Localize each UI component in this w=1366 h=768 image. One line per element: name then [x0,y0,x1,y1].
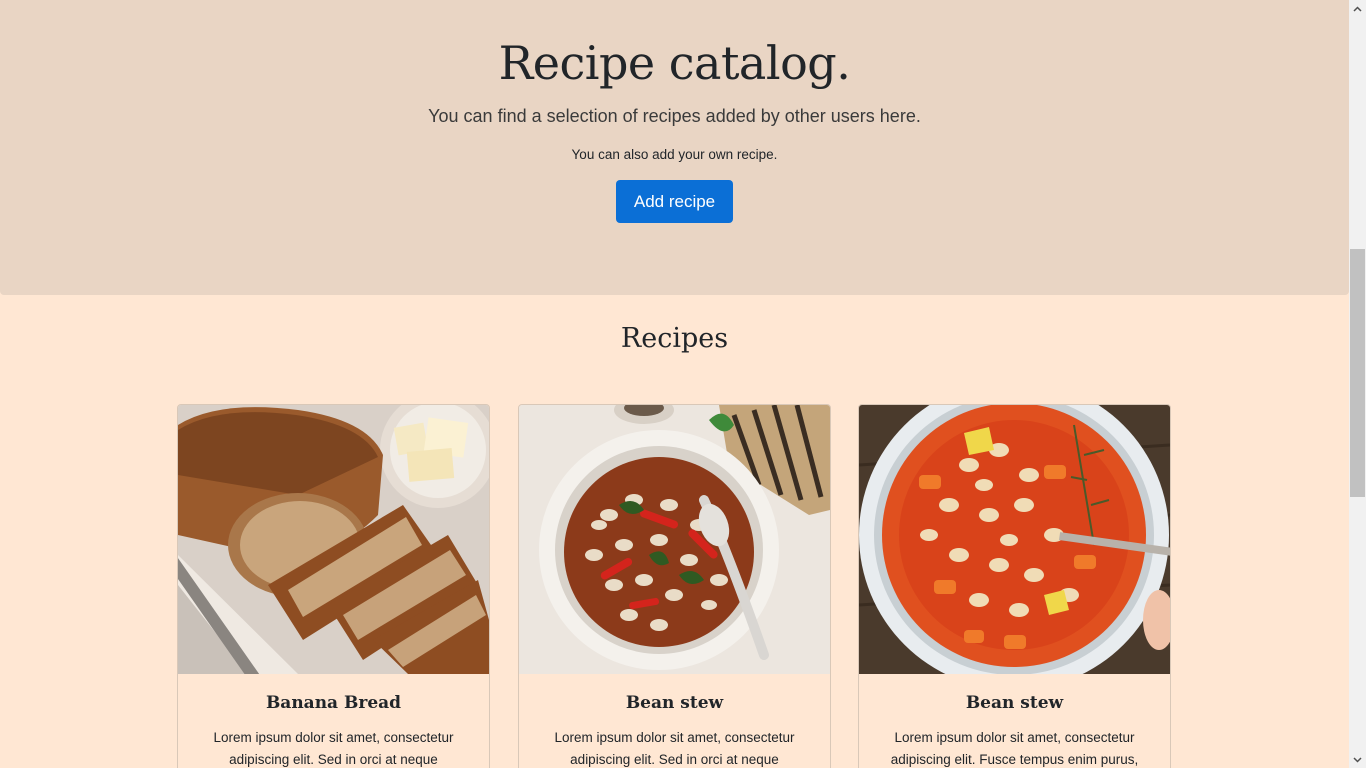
page: Recipe catalog. You can find a selection… [0,0,1349,768]
hero-section: Recipe catalog. You can find a selection… [0,0,1349,295]
scrollbar-thumb[interactable] [1350,249,1365,497]
scroll-down-icon[interactable] [1349,751,1366,768]
recipe-card-title[interactable]: Bean stew [519,693,830,713]
banana-bread-image[interactable] [178,405,489,674]
recipes-heading: Recipes [620,323,729,354]
scroll-up-icon[interactable] [1349,0,1366,17]
recipe-card-text: Lorem ipsum dolor sit amet, consectetur … [213,730,454,767]
hero-note-text: You can also add your own recipe. [571,147,778,162]
recipe-card[interactable]: Bean stew Lorem ipsum dolor sit amet, co… [518,404,831,768]
recipe-card-title[interactable]: Banana Bread [178,693,489,713]
page-title: Recipe catalog. [498,36,851,90]
recipe-card-text: Lorem ipsum dolor sit amet, consectetur … [890,730,1139,767]
recipe-card-text: Lorem ipsum dolor sit amet, consectetur … [554,730,795,767]
vertical-scrollbar[interactable] [1349,0,1366,768]
add-recipe-button[interactable]: Add recipe [616,180,733,223]
recipe-card-title[interactable]: Bean stew [859,693,1170,713]
bean-soup-image[interactable] [859,405,1170,674]
recipe-card[interactable]: Bean stew Lorem ipsum dolor sit amet, co… [858,404,1171,768]
recipe-card[interactable]: Banana Bread Lorem ipsum dolor sit amet,… [177,404,490,768]
bean-stew-bowl-image[interactable] [519,405,830,674]
hero-lead-text: You can find a selection of recipes adde… [428,106,921,126]
